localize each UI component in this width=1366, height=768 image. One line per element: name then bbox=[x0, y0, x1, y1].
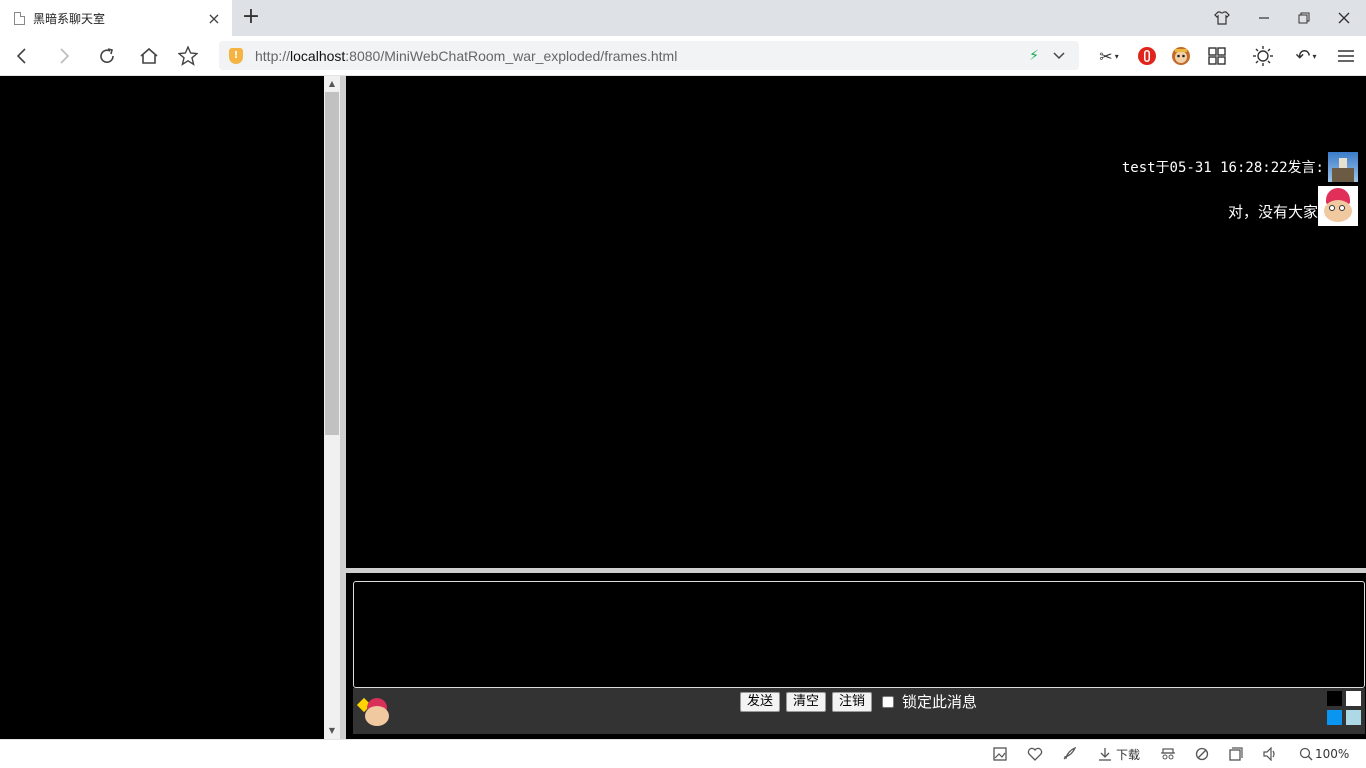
scroll-down-arrow-icon[interactable]: ▼ bbox=[324, 723, 340, 739]
minimize-button[interactable] bbox=[1244, 0, 1284, 36]
new-tab-button[interactable]: + bbox=[240, 6, 262, 30]
zoom-control[interactable]: 100% bbox=[1299, 746, 1349, 762]
tab-close-icon[interactable]: × bbox=[206, 9, 222, 28]
page-icon bbox=[14, 11, 25, 25]
incognito-icon[interactable] bbox=[1160, 746, 1176, 762]
lock-message-checkbox[interactable] bbox=[882, 696, 894, 708]
scroll-up-arrow-icon[interactable]: ▲ bbox=[324, 76, 340, 92]
home-icon[interactable] bbox=[135, 42, 163, 70]
reload-icon[interactable] bbox=[93, 42, 121, 70]
status-bar: 下载 100% bbox=[0, 739, 1366, 768]
page-content: ▲ ▼ test于05-31 16:28:22发言: 对，没有大家 发送 清空 … bbox=[0, 76, 1366, 739]
lightning-icon[interactable]: ⚡ bbox=[1029, 48, 1039, 64]
message-header: test于05-31 16:28:22发言: bbox=[1122, 152, 1358, 182]
bookmark-star-icon[interactable] bbox=[174, 42, 202, 70]
health-icon[interactable] bbox=[1027, 746, 1043, 762]
left-frame-scrollbar[interactable]: ▲ ▼ bbox=[324, 76, 340, 739]
input-controls: 发送 清空 注销 锁定此消息 bbox=[353, 688, 1365, 734]
message-text: 对，没有大家 bbox=[1227, 203, 1318, 221]
download-label: 下载 bbox=[1116, 747, 1141, 762]
rocket-icon[interactable] bbox=[1062, 746, 1076, 762]
color-swatch-blue[interactable] bbox=[1327, 710, 1342, 725]
avatar-selector[interactable] bbox=[356, 696, 393, 730]
lock-message-label: 锁定此消息 bbox=[902, 693, 978, 711]
back-icon[interactable] bbox=[8, 42, 36, 70]
input-frame: 发送 清空 注销 锁定此消息 bbox=[346, 573, 1366, 739]
image-icon[interactable] bbox=[993, 746, 1007, 762]
message-body: 对，没有大家 bbox=[1228, 186, 1358, 226]
color-swatch-white[interactable] bbox=[1346, 691, 1361, 706]
chat-messages-frame: test于05-31 16:28:22发言: 对，没有大家 bbox=[346, 76, 1366, 568]
tab-active[interactable]: 黑暗系聊天室 × bbox=[0, 0, 232, 36]
forward-icon[interactable] bbox=[50, 42, 78, 70]
window-icon[interactable] bbox=[1229, 746, 1243, 762]
clear-button[interactable]: 清空 bbox=[786, 692, 827, 712]
adblock-icon[interactable] bbox=[1135, 44, 1159, 68]
chevron-down-icon[interactable] bbox=[1053, 49, 1065, 63]
user-avatar-small bbox=[1328, 152, 1358, 182]
color-swatch-black[interactable] bbox=[1327, 691, 1342, 706]
security-shield-icon[interactable]: ! bbox=[229, 47, 243, 64]
skin-icon[interactable] bbox=[1202, 0, 1242, 36]
color-swatch-lightblue[interactable] bbox=[1346, 710, 1361, 725]
sync-icon[interactable] bbox=[1195, 746, 1209, 762]
scissors-icon[interactable]: ✂ ▾ bbox=[1094, 44, 1124, 68]
tab-strip: 黑暗系聊天室 × + bbox=[0, 0, 1366, 36]
menu-icon[interactable] bbox=[1334, 44, 1358, 68]
user-avatar bbox=[1318, 186, 1358, 226]
url-text[interactable]: http://localhost:8080/MiniWebChatRoom_wa… bbox=[255, 48, 1029, 64]
theme-sun-icon[interactable] bbox=[1251, 44, 1275, 68]
message-input[interactable] bbox=[353, 581, 1365, 688]
logout-button[interactable]: 注销 bbox=[832, 692, 873, 712]
address-bar[interactable]: ! http://localhost:8080/MiniWebChatRoom_… bbox=[219, 41, 1079, 70]
apps-grid-icon[interactable] bbox=[1205, 44, 1229, 68]
left-frame bbox=[0, 76, 324, 739]
send-button[interactable]: 发送 bbox=[740, 692, 781, 712]
message-meta: test于05-31 16:28:22发言: bbox=[1121, 160, 1324, 176]
tab-title: 黑暗系聊天室 bbox=[33, 11, 106, 26]
browser-toolbar: ! http://localhost:8080/MiniWebChatRoom_… bbox=[0, 36, 1366, 76]
monkey-extension-icon[interactable] bbox=[1169, 44, 1193, 68]
volume-icon[interactable] bbox=[1263, 746, 1279, 762]
close-window-button[interactable] bbox=[1324, 0, 1364, 36]
restore-button[interactable] bbox=[1284, 0, 1324, 36]
undo-icon[interactable]: ↶ ▾ bbox=[1290, 44, 1322, 68]
scrollbar-thumb[interactable] bbox=[325, 92, 339, 435]
download-button[interactable]: 下载 bbox=[1098, 746, 1140, 762]
zoom-level: 100% bbox=[1315, 747, 1350, 761]
